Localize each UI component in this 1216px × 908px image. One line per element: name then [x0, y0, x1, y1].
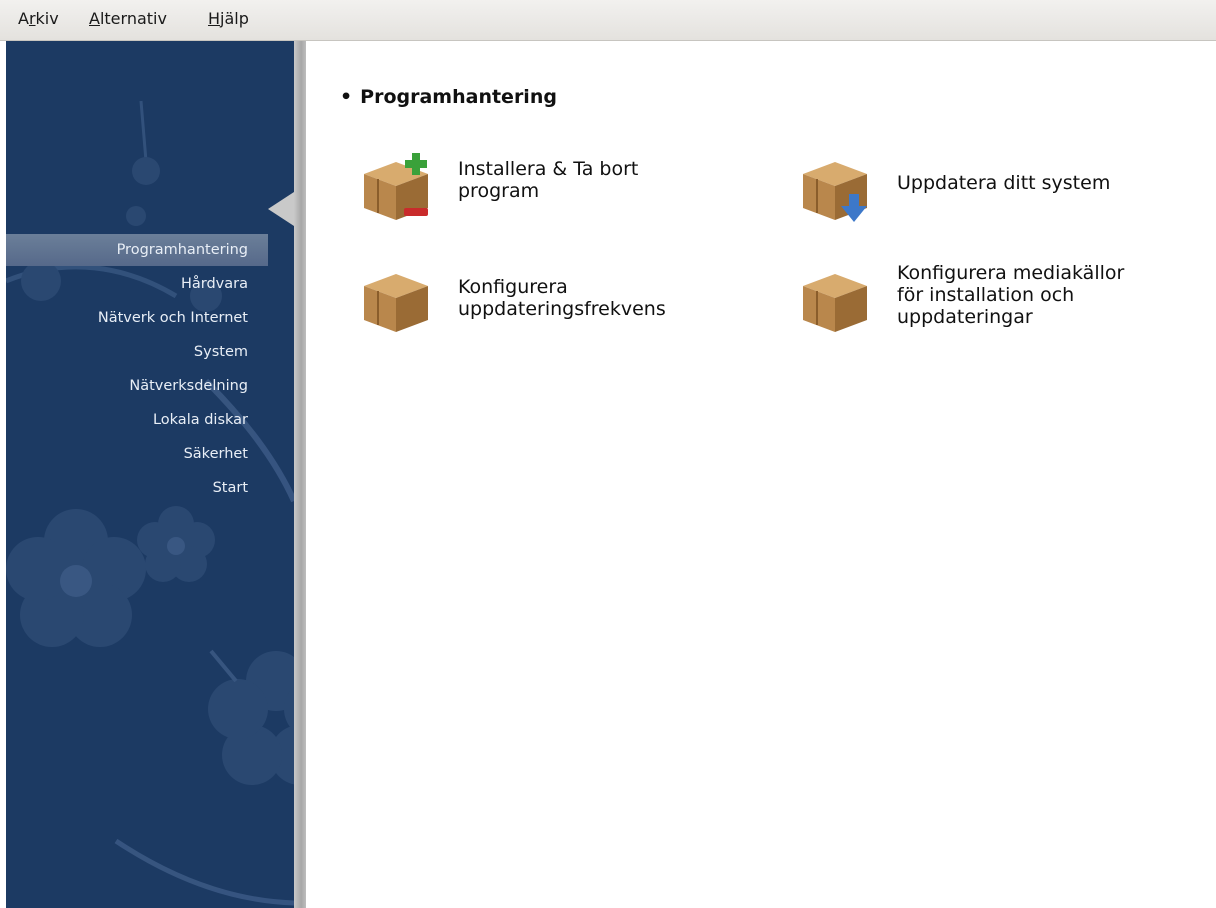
tile-update-frequency[interactable]: Konfigurera uppdateringsfrekvens [358, 262, 718, 342]
tile-label-line1: Installera & Ta bort [458, 158, 639, 180]
section-title: • Programhantering [340, 86, 557, 108]
sidebar-item-natverksdelning[interactable]: Nätverksdelning [6, 369, 294, 403]
active-item-arrow [268, 192, 294, 226]
sidebar-item-hardvara[interactable]: Hårdvara [6, 267, 294, 301]
menu-bar: Arkiv Alternativ Hjälp [0, 0, 1216, 41]
package-icon [803, 274, 867, 332]
package-add-remove-icon [364, 153, 428, 220]
tile-label-line1: Uppdatera ditt system [897, 172, 1111, 194]
tile-label-line2: program [458, 180, 540, 202]
sidebar-item-sakerhet[interactable]: Säkerhet [6, 437, 294, 471]
package-update-icon [803, 162, 867, 222]
sidebar-item-programhantering[interactable]: Programhantering [6, 233, 294, 267]
menu-alternativ[interactable]: Alternativ [89, 9, 167, 28]
tile-label-line2: uppdateringsfrekvens [458, 298, 666, 320]
tile-label-line3: uppdateringar [897, 306, 1033, 328]
package-icon [364, 274, 428, 332]
sidebar-item-system[interactable]: System [6, 335, 294, 369]
sidebar-nav: Programhantering Hårdvara Nätverk och In… [6, 233, 294, 505]
sidebar-item-lokala-diskar[interactable]: Lokala diskar [6, 403, 294, 437]
sidebar-item-natverk-och-internet[interactable]: Nätverk och Internet [6, 301, 294, 335]
sidebar-divider [294, 41, 306, 908]
tile-label-line1: Konfigurera mediakällor [897, 262, 1125, 284]
tile-install-remove[interactable]: Installera & Ta bort program [358, 150, 688, 230]
tile-update-system[interactable]: Uppdatera ditt system [797, 150, 1177, 230]
tile-label-line1: Konfigurera [458, 276, 568, 298]
sidebar: Programhantering Hårdvara Nätverk och In… [6, 41, 294, 908]
menu-arkiv[interactable]: Arkiv [18, 9, 59, 28]
sidebar-item-start[interactable]: Start [6, 471, 294, 505]
menu-hjalp[interactable]: Hjälp [208, 9, 249, 28]
tile-label-line2: för installation och [897, 284, 1075, 306]
tile-media-sources[interactable]: Konfigurera mediakällor för installation… [797, 262, 1177, 342]
